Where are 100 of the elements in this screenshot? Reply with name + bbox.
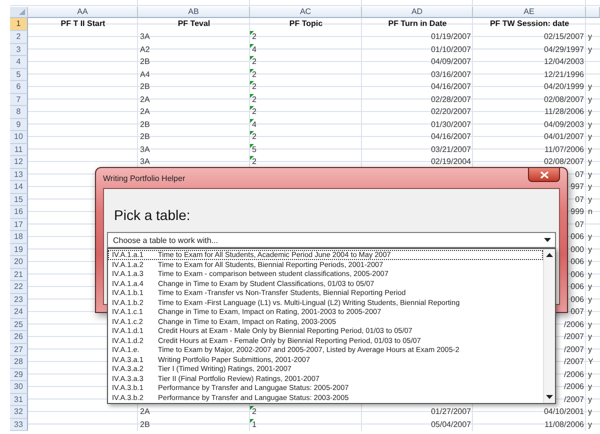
table-cell: y bbox=[588, 144, 592, 154]
table-cell: /2006 bbox=[564, 368, 584, 380]
row-number[interactable]: 9 bbox=[10, 118, 28, 131]
row-number[interactable]: 19 bbox=[10, 244, 28, 256]
table-cell: 07 bbox=[575, 168, 584, 180]
row-number[interactable]: 12 bbox=[10, 156, 28, 168]
scrollbar[interactable] bbox=[543, 249, 555, 403]
table-cell: A2 bbox=[140, 44, 150, 54]
table-cell: y bbox=[588, 194, 592, 204]
table-cell: 997 bbox=[570, 181, 584, 192]
row-number[interactable]: 23 bbox=[10, 294, 28, 306]
table-cell: 05/04/2007 bbox=[430, 418, 471, 430]
row-number[interactable]: 32 bbox=[10, 406, 28, 418]
row-number[interactable]: 20 bbox=[10, 256, 28, 268]
table-cell: y bbox=[588, 418, 592, 430]
table-cell: 02/28/2007 bbox=[430, 94, 471, 104]
table-cell: y bbox=[588, 294, 592, 304]
row-number[interactable]: 6 bbox=[10, 81, 28, 94]
row-number[interactable]: 30 bbox=[10, 381, 28, 394]
table-cell: 3A bbox=[140, 156, 150, 167]
close-button[interactable] bbox=[528, 168, 560, 182]
row-number[interactable]: 15 bbox=[10, 194, 28, 206]
table-cell: y bbox=[588, 168, 592, 180]
column-title: PF Turn in Date bbox=[388, 18, 447, 29]
table-cell: 4 bbox=[252, 44, 256, 54]
row-number[interactable]: 29 bbox=[10, 368, 28, 381]
scroll-down-icon[interactable] bbox=[546, 395, 553, 399]
row-number[interactable]: 18 bbox=[10, 231, 28, 244]
row-number[interactable]: 17 bbox=[10, 218, 28, 231]
row-number[interactable]: 26 bbox=[10, 331, 28, 344]
column-title: PF Topic bbox=[289, 18, 323, 29]
row-number[interactable]: 13 bbox=[10, 168, 28, 181]
table-cell: 007 bbox=[570, 306, 584, 317]
column-title: PF T II Start bbox=[60, 18, 106, 29]
row-number[interactable]: 16 bbox=[10, 206, 28, 218]
close-icon bbox=[540, 170, 548, 178]
table-cell: /2007 bbox=[564, 344, 584, 354]
scroll-up-icon[interactable] bbox=[546, 253, 553, 257]
table-cell: y bbox=[588, 244, 592, 254]
row-number[interactable]: 3 bbox=[10, 44, 28, 56]
row-number[interactable]: 14 bbox=[10, 181, 28, 194]
table-cell: y bbox=[588, 256, 592, 267]
table-cell: 2 bbox=[252, 68, 256, 80]
row-number[interactable]: 25 bbox=[10, 318, 28, 331]
row-number[interactable]: 4 bbox=[10, 56, 28, 68]
table-cell: 2 bbox=[252, 106, 256, 117]
table-cell: /2007 bbox=[564, 394, 584, 404]
table-cell: 02/08/2007 bbox=[544, 156, 584, 167]
table-cell: /2006 bbox=[564, 318, 584, 330]
row-number[interactable]: 5 bbox=[10, 68, 28, 81]
table-cell: y bbox=[588, 368, 592, 380]
row-number[interactable]: 28 bbox=[10, 356, 28, 368]
table-cell: 000 bbox=[570, 244, 584, 254]
table-cell: y bbox=[588, 131, 592, 142]
table-cell: 2 bbox=[252, 94, 256, 104]
row-number[interactable]: 10 bbox=[10, 131, 28, 144]
table-cell: 2A bbox=[140, 94, 150, 104]
table-cell: 006 bbox=[570, 281, 584, 292]
table-cell: 006 bbox=[570, 231, 584, 242]
column-header[interactable]: AA bbox=[28, 7, 138, 18]
table-cell: 07 bbox=[575, 218, 584, 230]
row-number[interactable]: 7 bbox=[10, 94, 28, 106]
table-cell: 07 bbox=[575, 194, 584, 204]
table-cell: y bbox=[588, 331, 592, 342]
row-number[interactable]: 2 bbox=[10, 31, 28, 44]
column-header[interactable]: AD bbox=[362, 7, 473, 18]
row-number[interactable]: 31 bbox=[10, 394, 28, 406]
table-cell: 006 bbox=[570, 256, 584, 267]
row-number[interactable]: 8 bbox=[10, 106, 28, 118]
row-number[interactable]: 1 bbox=[10, 18, 28, 31]
table-cell: 3A bbox=[140, 31, 150, 42]
table-cell: 2B bbox=[140, 81, 150, 92]
row-number[interactable]: 33 bbox=[10, 418, 28, 431]
table-cell: 04/10/2001 bbox=[544, 406, 584, 417]
table-cell: 2B bbox=[140, 131, 150, 142]
table-cell: y bbox=[588, 281, 592, 292]
table-cell: 006 bbox=[570, 268, 584, 280]
window-title: Writing Portfolio Helper bbox=[103, 174, 186, 182]
table-cell: Y bbox=[588, 356, 594, 367]
column-header[interactable]: AE bbox=[473, 7, 586, 18]
table-cell: 2 bbox=[252, 131, 256, 142]
table-cell: 2B bbox=[140, 56, 150, 67]
table-cell: 2 bbox=[252, 31, 256, 42]
table-dropdown[interactable]: Choose a table to work with... bbox=[107, 232, 556, 248]
column-header[interactable]: AC bbox=[250, 7, 362, 18]
dialog-heading: Pick a table: bbox=[114, 206, 192, 224]
row-number[interactable]: 11 bbox=[10, 144, 28, 156]
row-number[interactable]: 22 bbox=[10, 281, 28, 294]
table-cell: 2B bbox=[140, 118, 150, 130]
table-cell: y bbox=[588, 406, 592, 417]
row-number[interactable]: 21 bbox=[10, 268, 28, 281]
column-header[interactable]: AB bbox=[138, 7, 250, 18]
table-cell: 02/08/2007 bbox=[544, 94, 584, 104]
caret-icon bbox=[544, 238, 551, 242]
row-number[interactable]: 24 bbox=[10, 306, 28, 318]
table-cell: 1 bbox=[252, 418, 256, 430]
table-cell: 2 bbox=[252, 156, 256, 167]
row-number[interactable]: 27 bbox=[10, 344, 28, 356]
table-cell: 04/09/2003 bbox=[544, 118, 584, 130]
table-cell: 02/20/2007 bbox=[430, 106, 471, 117]
